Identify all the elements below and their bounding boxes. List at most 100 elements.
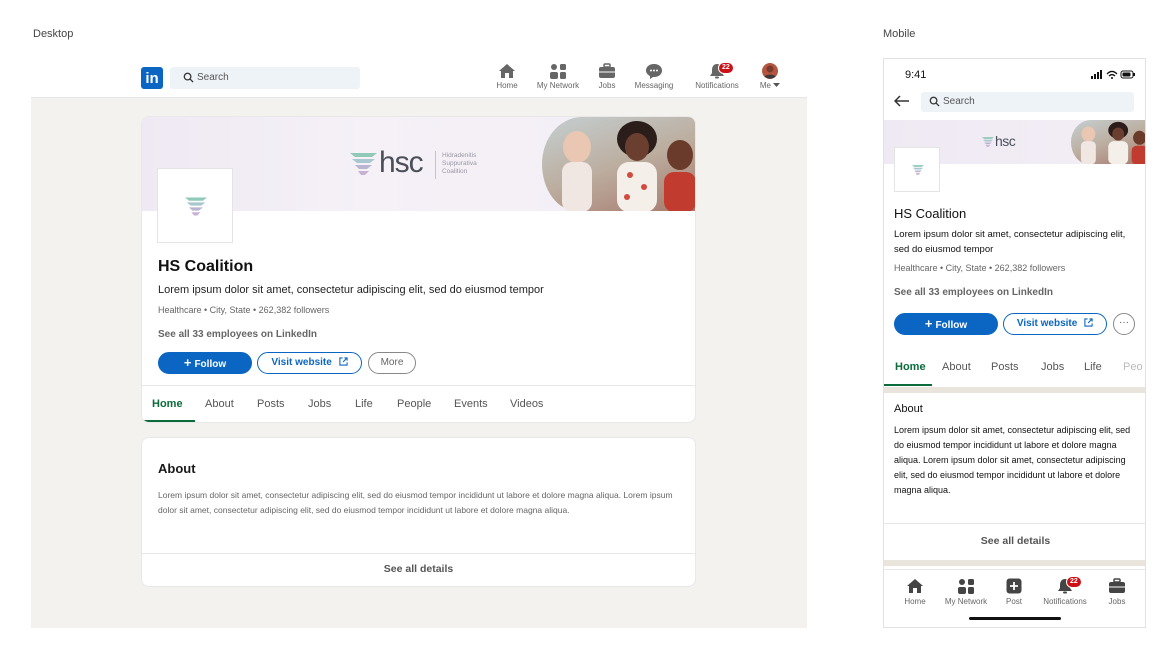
tab-videos[interactable]: Videos (510, 398, 543, 410)
plus-icon: + (924, 316, 933, 331)
see-all-details-button[interactable]: See all details (142, 563, 695, 575)
follow-button[interactable]: + Follow (158, 352, 252, 374)
follow-label: Follow (935, 320, 968, 331)
hsc-mark-icon (185, 197, 207, 216)
home-icon (499, 64, 515, 78)
about-body: Lorem ipsum dolor sit amet, consectetur … (894, 425, 1131, 495)
more-options-button[interactable]: ··· (1113, 313, 1135, 335)
hsc-mark-icon (350, 153, 377, 175)
briefcase-icon (1109, 578, 1125, 593)
company-name: HS Coalition (894, 206, 967, 221)
hsc-mark-icon (982, 137, 994, 147)
company-meta: Healthcare • City, State • 262,382 follo… (158, 305, 330, 315)
tab-life[interactable]: Life (1084, 361, 1102, 373)
nav-label-home: Home (496, 81, 518, 90)
divider (142, 553, 695, 554)
bottom-nav-label-home: Home (904, 597, 926, 606)
more-button[interactable]: More (368, 352, 416, 374)
tab-jobs[interactable]: Jobs (308, 398, 331, 410)
plus-icon: + (183, 355, 192, 370)
bottom-nav-label-my-network: My Network (944, 597, 988, 606)
notification-badge: 22 (1066, 576, 1082, 588)
linkedin-logo[interactable]: in (141, 67, 163, 89)
company-tabs: Home About Posts Jobs Life Peo (884, 349, 1145, 387)
company-logo (894, 147, 940, 192)
chevron-down-icon (773, 83, 781, 87)
network-icon (550, 64, 566, 79)
tab-about[interactable]: About (205, 398, 234, 410)
bottom-nav-jobs[interactable]: Jobs (1105, 578, 1129, 606)
banner-logo-subtext: Hidradenitis Suppurativa Coalition (442, 152, 477, 175)
banner-photo (1071, 120, 1145, 164)
status-time: 9:41 (905, 69, 927, 81)
nav-item-notifications[interactable]: Notifications 22 (690, 62, 744, 90)
bottom-nav-home[interactable]: Home (903, 578, 927, 606)
nav-item-messaging[interactable]: Messaging (632, 63, 676, 90)
about-card: About Lorem ipsum dolor sit amet, consec… (142, 438, 695, 586)
company-profile-card: hsc Hidradenitis Suppurativa Coalition H… (142, 117, 695, 422)
desktop-frame: in Search Home My Network Jobs Messaging… (31, 58, 807, 628)
nav-label-my-network: My Network (536, 81, 580, 90)
tab-events[interactable]: Events (454, 398, 488, 410)
nav-label-me: Me (759, 81, 771, 90)
visit-website-label: Visit website (271, 357, 332, 368)
bottom-navigation-bar: Home My Network Post Notifications 22 Jo… (884, 569, 1145, 627)
bottom-nav-post[interactable]: Post (1002, 578, 1026, 606)
desktop-label: Desktop (33, 28, 74, 40)
bottom-nav-label-jobs: Jobs (1108, 597, 1126, 606)
tab-people[interactable]: Peo (1123, 361, 1143, 373)
network-icon (958, 579, 974, 594)
tab-posts[interactable]: Posts (991, 361, 1019, 373)
top-navigation-bar: in Search Home My Network Jobs Messaging… (31, 58, 807, 98)
tab-people[interactable]: People (397, 398, 431, 410)
bottom-nav-label-post: Post (1005, 597, 1022, 606)
nav-item-my-network[interactable]: My Network (534, 63, 582, 90)
employees-link[interactable]: See all 33 employees on LinkedIn (894, 287, 1053, 298)
mobile-label: Mobile (883, 28, 916, 40)
search-input[interactable]: Search (921, 92, 1134, 112)
visit-website-button[interactable]: Visit website (1003, 313, 1107, 335)
banner-photo (542, 117, 695, 211)
see-all-details-button[interactable]: See all details (884, 535, 1145, 547)
nav-item-home[interactable]: Home (493, 63, 521, 90)
visit-website-button[interactable]: Visit website (257, 352, 362, 374)
tab-jobs[interactable]: Jobs (1041, 361, 1064, 373)
search-placeholder: Search (197, 72, 229, 83)
company-name: HS Coalition (158, 258, 254, 275)
nav-item-me[interactable]: Me (757, 63, 783, 90)
home-icon (907, 579, 923, 593)
company-meta: Healthcare • City, State • 262,382 follo… (894, 263, 1066, 273)
employees-link[interactable]: See all 33 employees on LinkedIn (158, 329, 317, 340)
tab-home[interactable]: Home (895, 361, 926, 373)
bottom-nav-notifications[interactable]: Notifications 22 (1039, 576, 1091, 606)
tab-about[interactable]: About (942, 361, 971, 373)
tab-home[interactable]: Home (152, 398, 183, 410)
section-separator (884, 387, 1145, 393)
avatar (762, 63, 778, 79)
company-tagline: Lorem ipsum dolor sit amet, consectetur … (894, 229, 1126, 255)
search-icon (183, 72, 194, 83)
messaging-icon (646, 64, 662, 79)
nav-item-jobs[interactable]: Jobs (595, 63, 619, 90)
search-input[interactable]: Search (170, 67, 360, 89)
company-tagline: Lorem ipsum dolor sit amet, consectetur … (158, 284, 544, 296)
external-link-icon (1084, 318, 1093, 327)
nav-label-messaging: Messaging (634, 81, 674, 90)
visit-website-label: Visit website (1016, 318, 1078, 329)
divider (884, 523, 1145, 524)
active-tab-indicator (142, 420, 195, 422)
about-body: Lorem ipsum dolor sit amet, consectetur … (158, 490, 673, 515)
tab-posts[interactable]: Posts (257, 398, 285, 410)
follow-button[interactable]: + Follow (894, 313, 998, 335)
home-indicator (969, 617, 1061, 620)
briefcase-icon (599, 63, 615, 78)
hsc-mark-icon (912, 165, 924, 175)
nav-label-notifications: Notifications (695, 81, 739, 90)
back-arrow-icon[interactable] (894, 95, 909, 107)
bottom-nav-my-network[interactable]: My Network (942, 578, 990, 606)
about-title: About (894, 403, 923, 415)
tab-life[interactable]: Life (355, 398, 373, 410)
post-icon (1006, 578, 1022, 594)
external-link-icon (338, 357, 348, 366)
search-placeholder: Search (943, 96, 975, 107)
